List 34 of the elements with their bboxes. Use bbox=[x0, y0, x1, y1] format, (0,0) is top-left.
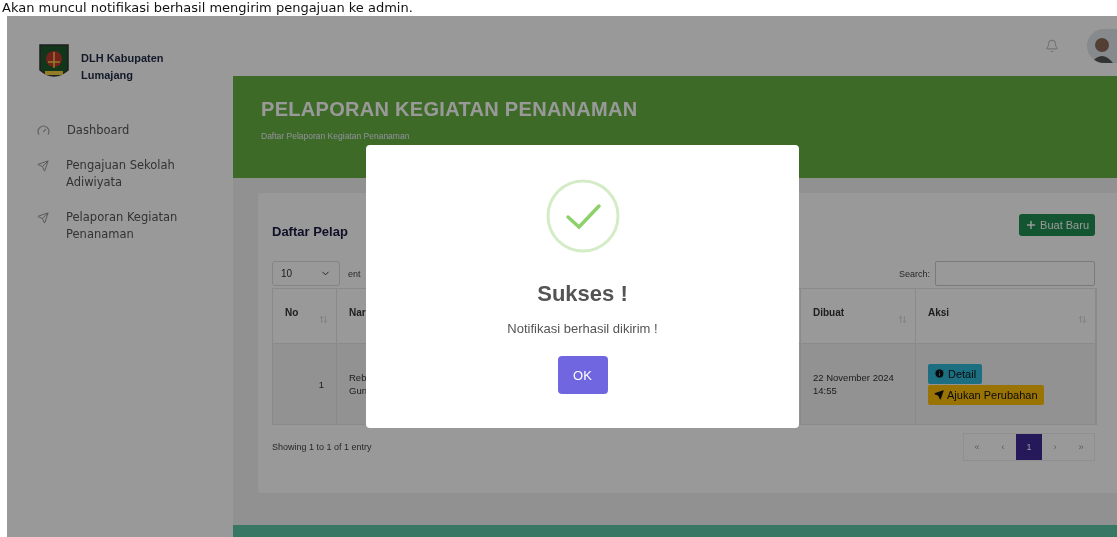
table-cell: 1 bbox=[273, 344, 337, 424]
gauge-icon bbox=[37, 124, 50, 137]
length-label: ent bbox=[348, 268, 361, 279]
brand-name: DLH Kabupaten Lumajang bbox=[81, 51, 165, 83]
page-button[interactable]: 1 bbox=[1016, 434, 1042, 460]
create-button[interactable]: Buat Baru bbox=[1019, 213, 1095, 236]
check-circle-icon bbox=[545, 179, 620, 253]
search-label: Search: bbox=[898, 268, 930, 279]
nav-item[interactable]: Pengajuan Sekolah Adiwiyata bbox=[37, 157, 233, 191]
page-length-select[interactable]: 10 bbox=[272, 261, 340, 286]
paper-plane-icon bbox=[37, 212, 49, 224]
info-icon bbox=[934, 368, 945, 379]
sort-icon bbox=[898, 315, 907, 324]
bell-icon[interactable] bbox=[1045, 39, 1059, 53]
caption-text: Akan muncul notifikasi berhasil mengirim pengajuan ke admin. bbox=[1, 0, 414, 16]
submit-change-button[interactable]: Ajukan Perubahan bbox=[928, 384, 1044, 405]
page-subtitle: Daftar Pelaporan Kegiatan Penanaman bbox=[261, 131, 411, 141]
nav-item[interactable]: Dashboard bbox=[37, 122, 233, 139]
sort-icon bbox=[319, 315, 328, 324]
table-info: Showing 1 to 1 of 1 entry bbox=[272, 442, 372, 452]
table-cell: 22 November 2024 14:55 bbox=[801, 344, 916, 424]
sort-icon bbox=[1078, 315, 1087, 324]
ok-button[interactable]: OK bbox=[557, 356, 608, 394]
page-title: PELAPORAN KEGIATAN PENANAMAN bbox=[261, 98, 639, 121]
card-title: Daftar Pelap bbox=[272, 224, 348, 239]
plus-icon bbox=[1025, 218, 1038, 231]
nav-item[interactable]: Pelaporan Kegiatan Penanaman bbox=[37, 209, 233, 243]
dialog-title: Sukses ! bbox=[537, 281, 628, 307]
paper-plane-icon bbox=[37, 160, 49, 172]
search-field[interactable] bbox=[935, 261, 1095, 286]
paper-plane-icon bbox=[934, 389, 944, 400]
avatar[interactable] bbox=[1087, 29, 1117, 63]
dialog-message: Notifikasi berhasil dikirim ! bbox=[507, 321, 658, 336]
detail-button[interactable]: Detail bbox=[928, 363, 983, 384]
